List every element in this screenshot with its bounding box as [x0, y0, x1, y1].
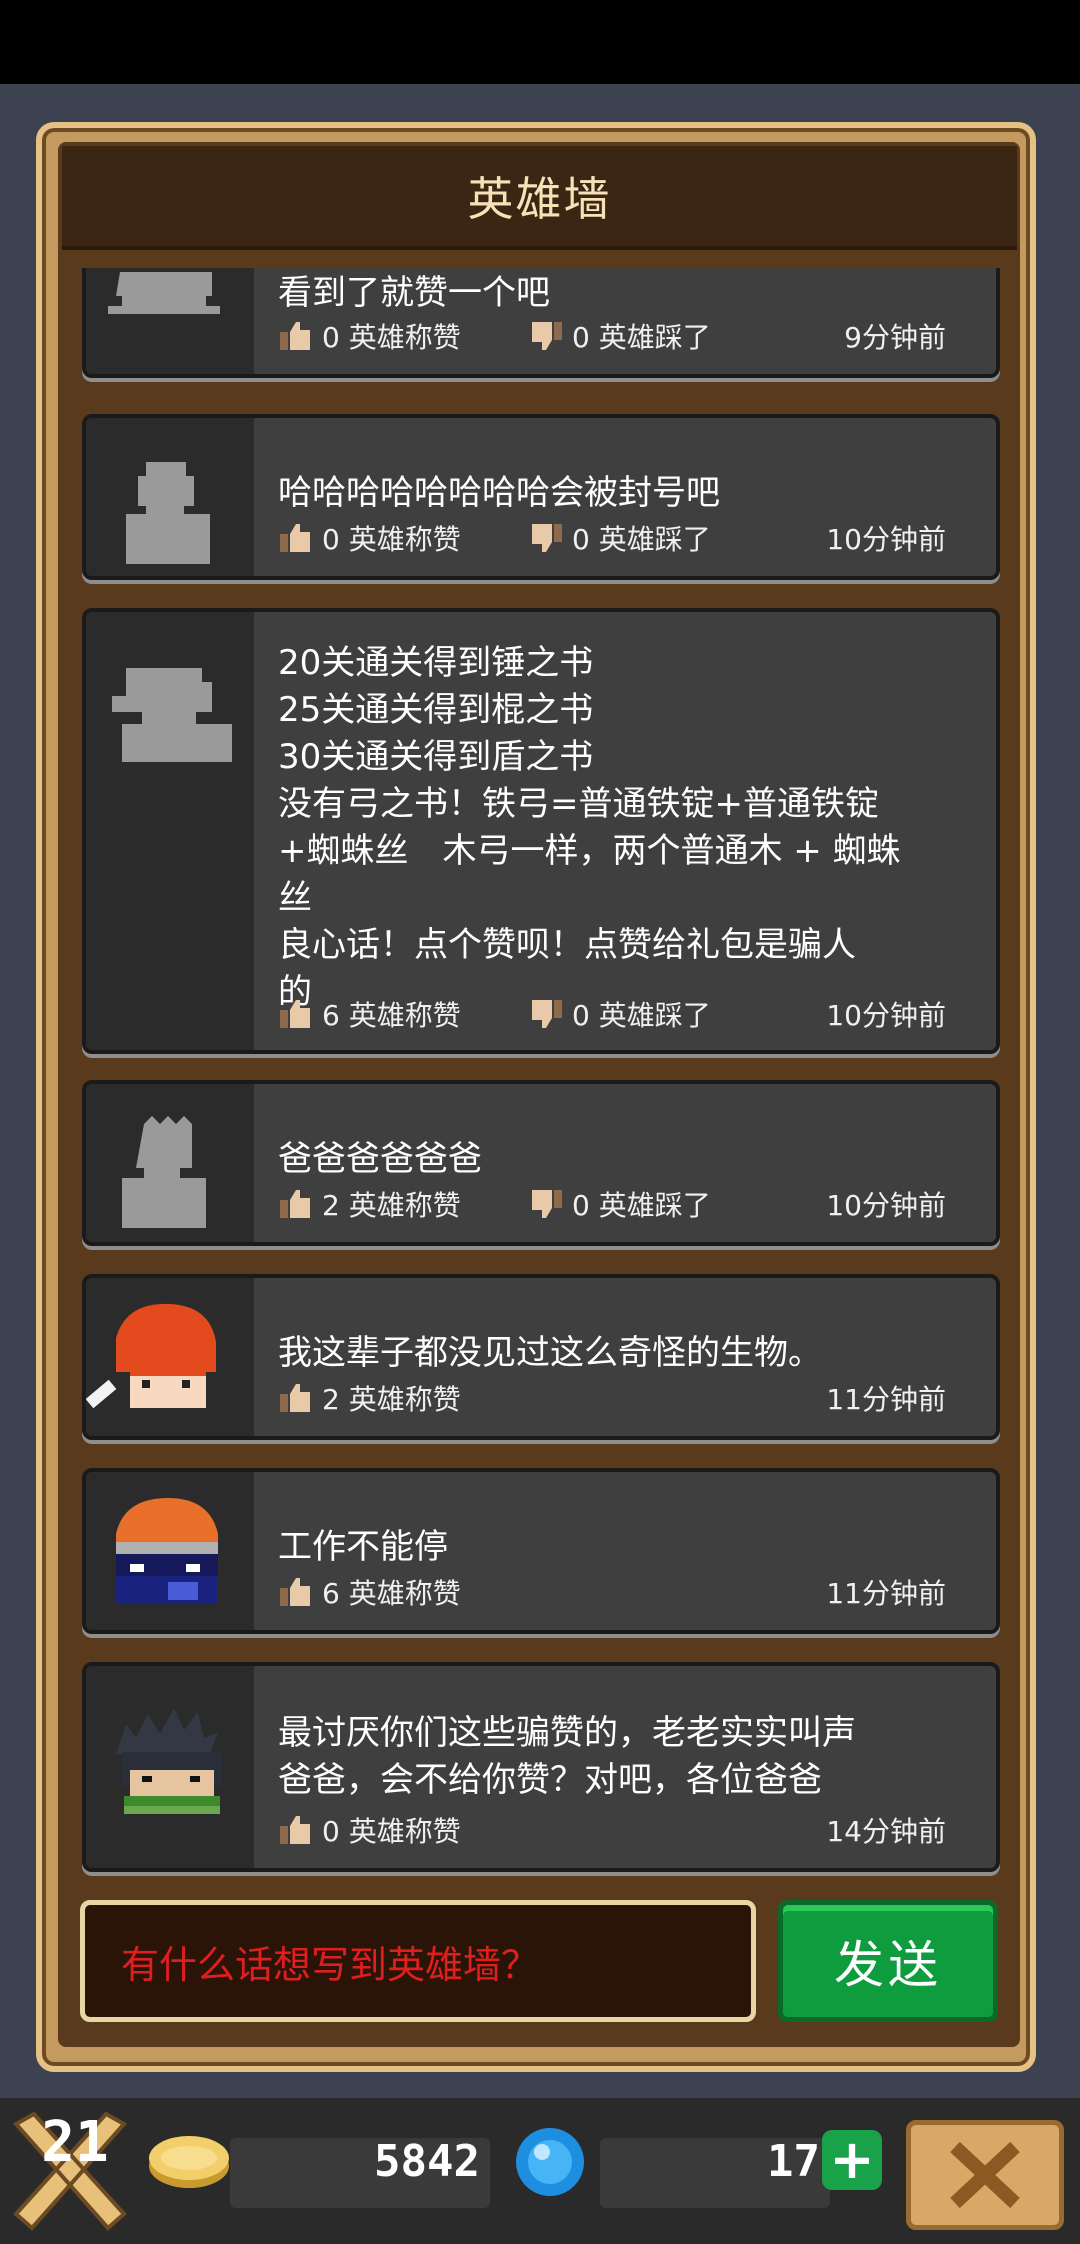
post-time: 10分钟前 [826, 523, 946, 556]
post-list[interactable]: 看到了就赞一个吧 0 英雄称赞 0 英雄踩了 9分钟前 哈哈哈哈哈哈哈哈会被封号… [58, 268, 1020, 1878]
thumbs-down-icon [532, 322, 562, 350]
post-time: 14分钟前 [826, 1815, 946, 1848]
silhouette-icon [108, 272, 220, 314]
orange-hair-hero-icon [116, 1498, 218, 1604]
thumbs-up-icon [280, 524, 310, 552]
player-level: 21 [41, 2110, 109, 2175]
post-meta: 2 英雄称赞 0 英雄踩了 10分钟前 [278, 1184, 946, 1224]
hero-wall-header: 英雄墙 [62, 146, 1017, 250]
post-card[interactable]: 爸爸爸爸爸爸 2 英雄称赞 0 英雄踩了 10分钟前 [82, 1080, 1000, 1246]
dislike-count: 0 英雄踩了 [572, 321, 711, 354]
like-count: 2 英雄称赞 [322, 1189, 461, 1222]
dislike-button[interactable]: 0 英雄踩了 [528, 1184, 788, 1224]
spiky-hair-hero-icon [116, 1708, 222, 1814]
post-card[interactable]: 我这辈子都没见过这么奇怪的生物。 2 英雄称赞 11分钟前 [82, 1274, 1000, 1440]
silhouette-icon [112, 668, 232, 762]
post-message: 爸爸爸爸爸爸 [278, 1139, 482, 1179]
post-message: 工作不能停 [278, 1527, 448, 1567]
like-count: 0 英雄称赞 [322, 523, 461, 556]
avatar-cell [86, 418, 254, 576]
post-card[interactable]: 看到了就赞一个吧 0 英雄称赞 0 英雄踩了 9分钟前 [82, 268, 1000, 378]
thumbs-up-icon [280, 1384, 310, 1412]
like-count: 0 英雄称赞 [322, 1815, 461, 1848]
like-button[interactable]: 2 英雄称赞 [278, 1184, 528, 1224]
page-title: 英雄墙 [467, 172, 612, 226]
post-card[interactable]: 最讨厌你们这些骗赞的，老老实实叫声 爸爸，会不给你赞？对吧，各位爸爸 0 英雄称… [82, 1662, 1000, 1872]
dislike-button[interactable]: 0 英雄踩了 [528, 994, 788, 1034]
thumbs-up-icon [280, 1190, 310, 1218]
post-time: 10分钟前 [826, 1189, 946, 1222]
blue-gem-icon [516, 2128, 584, 2196]
dislike-button[interactable]: 0 英雄踩了 [528, 316, 788, 356]
avatar-cell [86, 1472, 254, 1630]
silhouette-icon [126, 462, 210, 564]
post-message: 20关通关得到锤之书 25关通关得到棍之书 30关通关得到盾之书 没有弓之书！铁… [278, 643, 901, 1012]
status-bar [0, 0, 1080, 84]
post-meta: 6 英雄称赞 11分钟前 [278, 1572, 946, 1612]
like-button[interactable]: 0 英雄称赞 [278, 316, 528, 356]
post-time: 11分钟前 [826, 1577, 946, 1610]
thumbs-up-icon [280, 1000, 310, 1028]
post-message: 我这辈子都没见过这么奇怪的生物。 [278, 1333, 822, 1373]
avatar-cell [86, 268, 254, 374]
post-meta: 0 英雄称赞 0 英雄踩了 9分钟前 [278, 316, 946, 356]
like-button[interactable]: 2 英雄称赞 [278, 1378, 528, 1418]
avatar-cell [86, 1084, 254, 1242]
thumbs-up-icon [280, 1816, 310, 1844]
like-count: 2 英雄称赞 [322, 1383, 461, 1416]
post-meta: 0 英雄称赞 0 英雄踩了 10分钟前 [278, 518, 946, 558]
post-card[interactable]: 工作不能停 6 英雄称赞 11分钟前 [82, 1468, 1000, 1634]
like-button[interactable]: 0 英雄称赞 [278, 518, 528, 558]
coin-count: 5842 [374, 2136, 480, 2187]
dislike-count: 0 英雄踩了 [572, 523, 711, 556]
post-time: 10分钟前 [826, 999, 946, 1032]
post-card[interactable]: 20关通关得到锤之书 25关通关得到棍之书 30关通关得到盾之书 没有弓之书！铁… [82, 608, 1000, 1054]
post-time: 11分钟前 [826, 1383, 946, 1416]
thumbs-down-icon [532, 1190, 562, 1218]
post-card[interactable]: 哈哈哈哈哈哈哈哈会被封号吧 0 英雄称赞 0 英雄踩了 10分钟前 [82, 414, 1000, 580]
post-meta: 2 英雄称赞 11分钟前 [278, 1378, 946, 1418]
dislike-count: 0 英雄踩了 [572, 1189, 711, 1222]
close-button[interactable] [906, 2120, 1064, 2230]
send-button-label: 发送 [834, 1936, 942, 1994]
thumbs-up-icon [280, 1578, 310, 1606]
add-gems-button[interactable]: + [822, 2130, 882, 2190]
red-hair-hero-icon [86, 1303, 216, 1409]
post-message: 看到了就赞一个吧 [278, 273, 550, 313]
dislike-count: 0 英雄踩了 [572, 999, 711, 1032]
avatar-cell [86, 1666, 254, 1868]
avatar-cell [86, 1278, 254, 1436]
post-meta: 6 英雄称赞 0 英雄踩了 10分钟前 [278, 994, 946, 1034]
like-count: 6 英雄称赞 [322, 999, 461, 1032]
like-button[interactable]: 0 英雄称赞 [278, 1810, 528, 1850]
like-button[interactable]: 6 英雄称赞 [278, 1572, 528, 1612]
send-button[interactable]: 发送 [778, 1900, 998, 2022]
message-input-placeholder: 有什么话想写到英雄墙？ [121, 1942, 540, 1987]
gem-count: 17 [767, 2136, 820, 2187]
close-icon [950, 2141, 1020, 2209]
dislike-button[interactable]: 0 英雄踩了 [528, 518, 788, 558]
post-message: 最讨厌你们这些骗赞的，老老实实叫声 爸爸，会不给你赞？对吧，各位爸爸 [278, 1713, 856, 1800]
thumbs-up-icon [280, 322, 310, 350]
gold-coin-icon [149, 2136, 229, 2188]
thumbs-down-icon [532, 1000, 562, 1028]
like-count: 0 英雄称赞 [322, 321, 461, 354]
post-message: 哈哈哈哈哈哈哈哈会被封号吧 [278, 473, 720, 513]
silhouette-icon [122, 1116, 206, 1228]
like-button[interactable]: 6 英雄称赞 [278, 994, 528, 1034]
avatar-cell [86, 612, 254, 1050]
post-meta: 0 英雄称赞 14分钟前 [278, 1810, 946, 1850]
thumbs-down-icon [532, 524, 562, 552]
like-count: 6 英雄称赞 [322, 1577, 461, 1610]
message-input[interactable]: 有什么话想写到英雄墙？ [80, 1900, 756, 2022]
post-time: 9分钟前 [844, 321, 946, 354]
